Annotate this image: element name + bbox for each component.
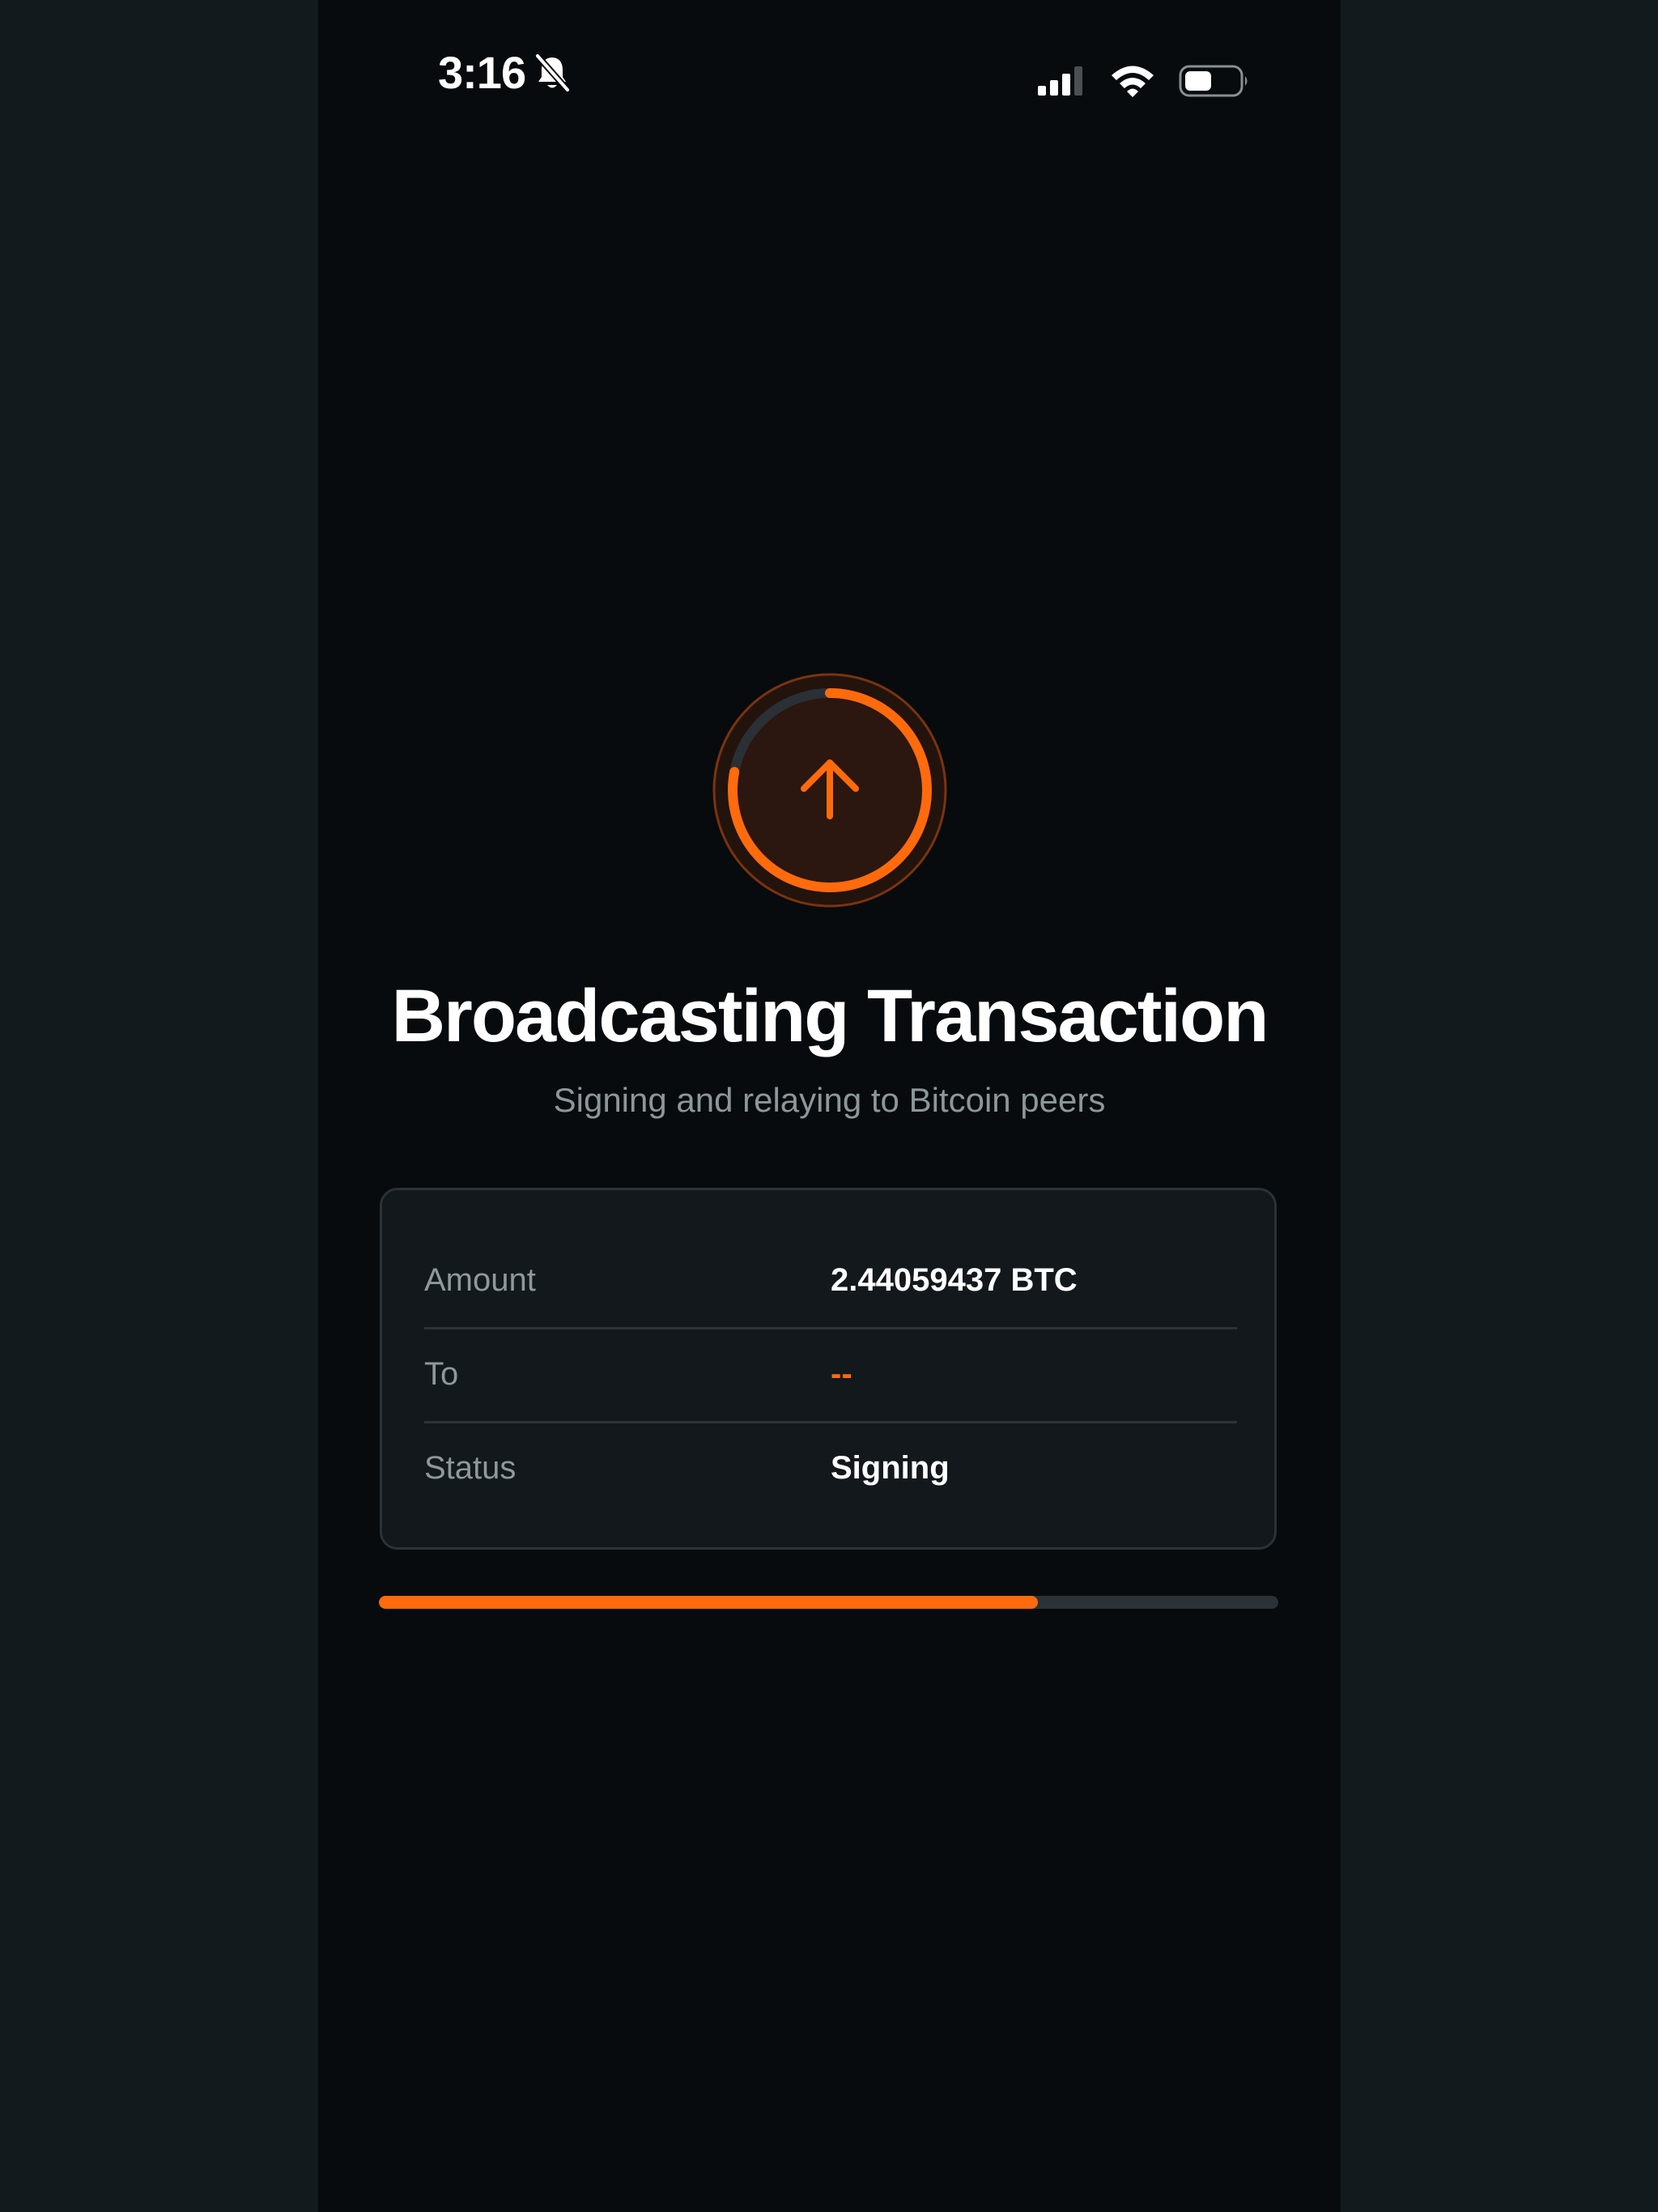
status-bar: 3:16 <box>318 0 1341 162</box>
status-row: Status Signing <box>424 1421 1237 1515</box>
cellular-signal-icon <box>1038 66 1082 96</box>
bell-slash-icon <box>534 53 572 93</box>
amount-row: Amount 2.44059437 BTC <box>424 1233 1237 1329</box>
spinner-graphic <box>712 673 947 908</box>
status-value: Signing <box>831 1449 950 1486</box>
phone-screen: 3:16 Broadcasting Transaction Signing an… <box>318 0 1341 2212</box>
page-title: Broadcasting Transaction <box>391 975 1269 1057</box>
recipient-row: To -- <box>424 1327 1237 1423</box>
wifi-icon <box>1112 66 1154 97</box>
transaction-details-card: Amount 2.44059437 BTC To -- Status Signi… <box>380 1188 1277 1550</box>
recipient-value: -- <box>831 1355 852 1392</box>
broadcast-progress-bar <box>379 1596 1278 1609</box>
broadcast-spinner <box>712 672 948 908</box>
battery-icon <box>1179 65 1248 97</box>
status-label: Status <box>424 1449 517 1486</box>
status-left: 3:16 <box>438 47 572 98</box>
screen: 3:16 Broadcasting Transaction Signing an… <box>0 0 1658 2212</box>
status-time: 3:16 <box>438 47 526 98</box>
progress-bar-fill <box>379 1596 1039 1609</box>
amount-value: 2.44059437 BTC <box>831 1261 1078 1298</box>
page-subtitle: Signing and relaying to Bitcoin peers <box>553 1081 1106 1119</box>
status-right <box>1036 63 1250 99</box>
amount-label: Amount <box>424 1261 536 1298</box>
recipient-label: To <box>424 1355 459 1392</box>
